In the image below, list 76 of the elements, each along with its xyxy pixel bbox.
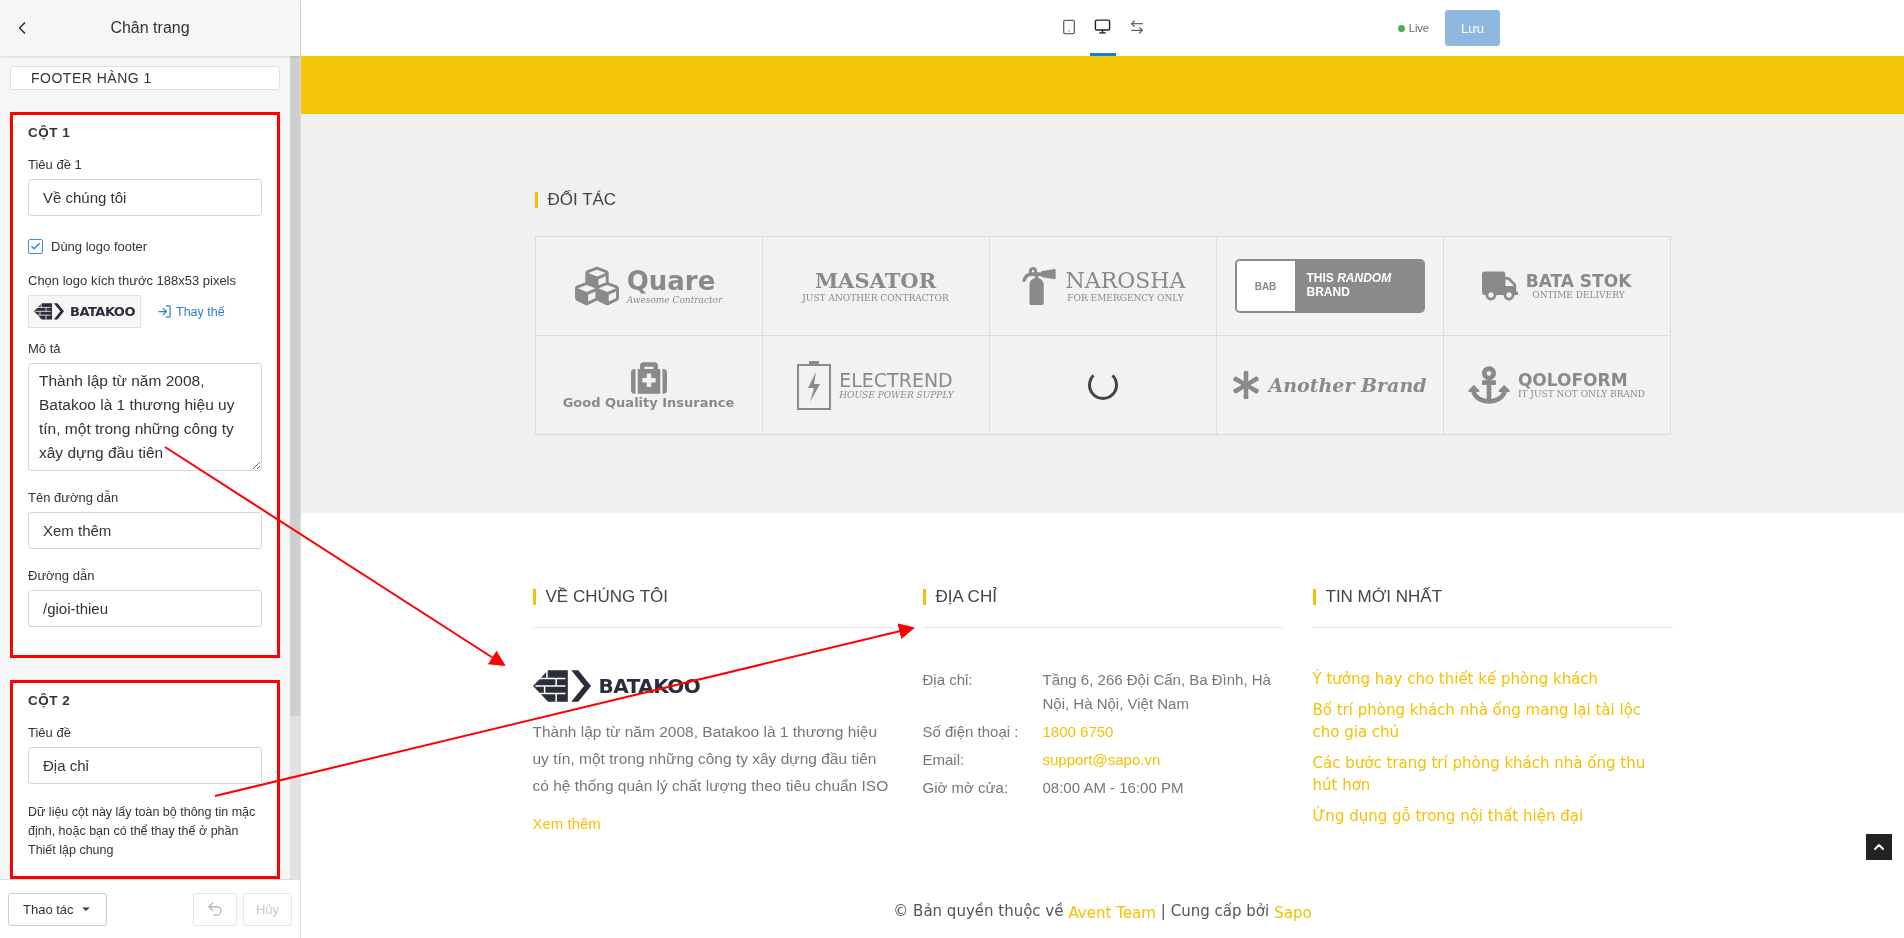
contact-value: 08:00 AM - 16:00 PM (1042, 778, 1185, 798)
cubes-icon (574, 264, 619, 308)
help-text: Dữ liệu cột này lấy toàn bộ thông tin mặc định, hoặc bạn có thể thay thế ở phần Thiết lập chung (28, 804, 257, 859)
horizontal-arrows-icon (1128, 18, 1145, 35)
text-input[interactable]: Địa chỉ (28, 747, 262, 784)
news-link[interactable]: Ý tưởng hay cho thiết kế phòng khách (1312, 668, 1673, 690)
replace-link[interactable]: Thay thế (157, 304, 225, 319)
tablet-icon (1060, 18, 1077, 35)
news-link[interactable]: Ứng dụng gỗ trong nội thất hiện đại (1312, 805, 1673, 827)
section-title: ĐỐI TÁC (534, 192, 1671, 208)
contact-label: Giờ mở cửa: (922, 778, 1010, 798)
field-label: Tên đường dẫn (28, 490, 120, 505)
brand-tagline: FOR EMERGENCY ONLY (1067, 293, 1184, 304)
column-heading: CỘT 2 (28, 693, 72, 708)
anchor-icon (1467, 364, 1510, 406)
copyright-text: © Bản quyền thuộc về (893, 902, 1064, 922)
contact-label: Số điện thoại : (922, 722, 1020, 742)
contact-link[interactable]: 1800 6750 (1042, 720, 1283, 744)
brick-logo-icon (34, 302, 64, 321)
description-textarea[interactable]: Thành lập từ năm 2008, Batakoo là 1 thương hiệu uy tín, một trong những công ty xây dựng đầu tiên (28, 363, 262, 471)
column-title: ĐỊA CHỈ (922, 589, 1283, 605)
brand-name: BATA STOK (1525, 271, 1632, 291)
field-label: Đường dẫn (28, 568, 96, 583)
brand-tagline: JUST ANOTHER CONTRACTOR (802, 292, 949, 303)
brand-badge-text: BAB (1254, 280, 1277, 292)
news-link[interactable]: Các bước trang trí phòng khách nhà ống thu hút hơn (1312, 752, 1673, 796)
undo-icon (205, 900, 224, 918)
brick-logo-icon (532, 668, 591, 704)
scrollbar[interactable] (290, 56, 300, 879)
field-label: Tiêu đề (28, 725, 72, 740)
section-header[interactable]: FOOTER HÀNG 1 (10, 66, 280, 90)
contact-link[interactable]: support@sapo.vn (1042, 748, 1283, 772)
field-label: Chọn logo kích thước 188x53 pixels (28, 273, 237, 288)
news-link[interactable]: Bố trí phòng khách nhà ống mang lại tài lộc cho gia chủ (1312, 699, 1673, 743)
separator-text: | (1160, 902, 1166, 922)
back-to-top-button[interactable] (1866, 834, 1892, 860)
brand-name: ELECTREND (839, 369, 953, 391)
field-label: Mô tả (28, 341, 62, 356)
read-more-link[interactable]: Xem thêm (532, 812, 893, 835)
text-input[interactable]: Về chúng tôi (28, 179, 262, 216)
about-text: Thành lập từ năm 2008, Batakoo là 1 thương hiệu uy tín, một trong những công ty xây dựng đầu tiên có hệ thống quản lý chất lượng theo tiêu chuẩn ISO (532, 721, 890, 796)
brand-name: THIS RANDOM BRAND (1294, 261, 1423, 311)
brand-name: MASATOR (814, 269, 937, 293)
provider-link[interactable]: Sapo (1274, 902, 1312, 924)
column-title: VỀ CHÚNG TÔI (532, 589, 893, 605)
checkbox-label: Dùng logo footer (51, 239, 148, 254)
column-heading: CỘT 1 (28, 125, 72, 140)
contact-label: Địa chỉ: (922, 670, 974, 690)
replace-icon (157, 304, 172, 319)
owner-link[interactable]: Avent Team (1068, 902, 1156, 924)
brand-tagline: Awesome Contractor (626, 295, 723, 306)
monitor-icon (1094, 18, 1111, 35)
checkmark-icon (30, 241, 41, 252)
field-label: Tiêu đề 1 (28, 157, 83, 172)
brand-name: Another Brand (1268, 374, 1427, 396)
brand-name: Quare (626, 266, 716, 296)
brand-tagline: IT JUST NOT ONLY BRAND (1517, 389, 1646, 400)
contact-value: Tầng 6, 266 Đội Cấn, Ba Đình, Hà Nội, Hà Nội, Việt Nam (1042, 670, 1272, 714)
asterisk-icon (1232, 371, 1261, 399)
brand-name: QOLOFORM (1517, 370, 1628, 390)
medical-kit-icon (630, 359, 667, 396)
brand-tagline: HOUSE POWER SUPPLY (839, 390, 954, 401)
brand-name: NAROSHA (1065, 268, 1186, 294)
column-title: TIN MỚI NHẤT (1312, 589, 1673, 605)
panel-title: Chân trang (110, 19, 190, 37)
text-input[interactable]: Xem thêm (28, 512, 262, 549)
brand-tagline: ONTIME DELIVERY (1532, 290, 1625, 301)
checkbox[interactable] (28, 239, 43, 254)
battery-bolt-icon (797, 360, 832, 410)
text-input[interactable]: /gioi-thieu (28, 590, 262, 627)
contact-label: Email: (922, 750, 966, 770)
brand-name: Good Quality Insurance (562, 395, 735, 411)
actions-dropdown[interactable]: Thao tác (8, 892, 107, 926)
status-label: Live (1408, 22, 1429, 34)
provider-text: Cung cấp bởi (1170, 902, 1270, 922)
logo-text: BATAKOO (70, 304, 135, 319)
